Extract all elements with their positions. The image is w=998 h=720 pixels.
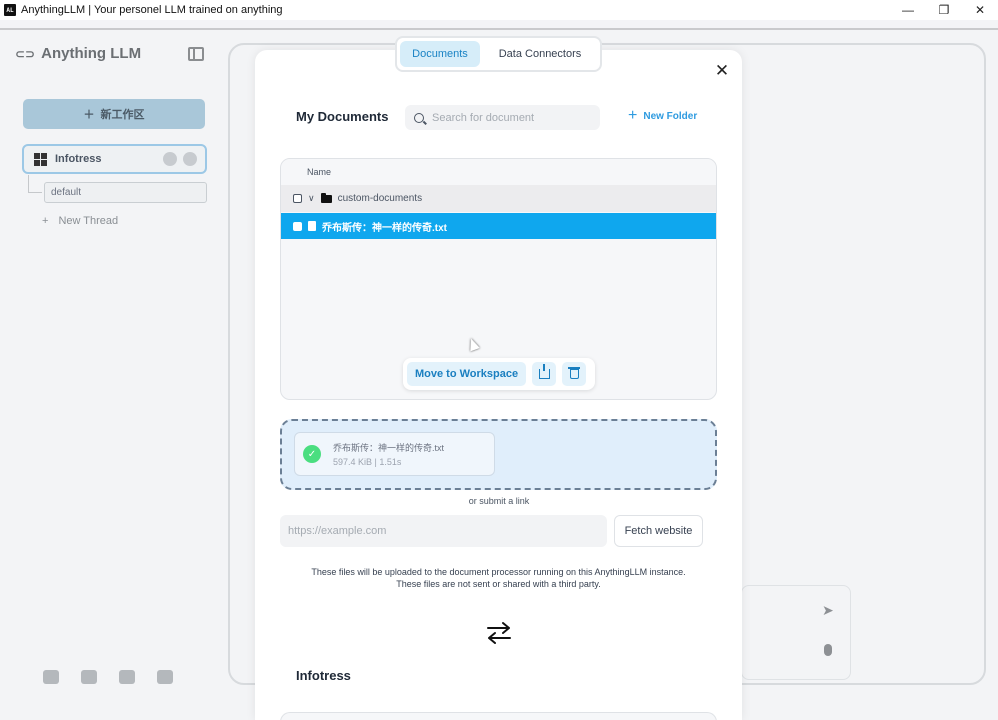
wrench-icon[interactable] <box>157 670 173 684</box>
search-icon <box>414 112 424 123</box>
move-to-workspace-button[interactable]: Move to Workspace <box>407 362 527 386</box>
document-search[interactable] <box>405 105 600 130</box>
upload-notice: These files will be uploaded to the docu… <box>255 566 742 590</box>
minimize-button[interactable]: — <box>890 0 926 20</box>
mic-icon <box>824 644 832 656</box>
restore-button[interactable]: ❐ <box>926 0 962 20</box>
move-into-icon <box>538 364 550 379</box>
window-titlebar: AL AnythingLLM | Your personel LLM train… <box>0 0 998 20</box>
folder-icon <box>320 192 332 203</box>
modal-tabs: Documents Data Connectors <box>395 36 602 72</box>
plus-icon: ＋ <box>83 109 95 121</box>
check-circle-icon: ✓ <box>303 445 321 463</box>
sidebar-item-workspace[interactable]: Infotress <box>22 144 207 174</box>
notice-line-1: These files will be uploaded to the docu… <box>311 567 686 577</box>
settings-gear-icon[interactable] <box>183 152 197 166</box>
new-folder-label: New Folder <box>643 110 698 122</box>
new-thread-button[interactable]: + New Thread <box>42 215 118 227</box>
new-thread-label: New Thread <box>58 215 119 227</box>
trash-icon <box>567 367 580 379</box>
uploaded-file-meta: 597.4 KiB | 1.51s <box>333 457 402 467</box>
folder-name: custom-documents <box>337 193 423 204</box>
sidebar-footer <box>43 670 173 684</box>
plus-icon: + <box>42 215 49 227</box>
column-header-name: Name <box>281 159 716 184</box>
new-folder-button[interactable]: + New Folder <box>628 107 698 124</box>
workspace-grid-icon <box>34 152 47 166</box>
window-title: AnythingLLM | Your personel LLM trained … <box>21 4 283 16</box>
chevron-down-icon[interactable]: ∨ <box>308 193 315 204</box>
workspace-name: Infotress <box>55 153 102 165</box>
file-row-selected[interactable]: 乔布斯传：神一样的传奇.txt <box>281 213 716 239</box>
fetch-website-button[interactable]: Fetch website <box>614 515 703 547</box>
tab-documents[interactable]: Documents <box>400 41 480 67</box>
send-icon: ➤ <box>822 602 834 618</box>
folder-checkbox[interactable] <box>293 194 302 203</box>
window-controls: — ❐ ✕ <box>890 0 998 20</box>
docs-icon[interactable] <box>81 670 97 684</box>
tab-data-connectors[interactable]: Data Connectors <box>484 41 596 67</box>
uploaded-file-name: 乔布斯传：神一样的传奇.txt <box>333 443 445 453</box>
file-icon <box>308 221 316 231</box>
community-icon[interactable] <box>43 670 59 684</box>
my-documents-title: My Documents <box>296 109 389 124</box>
close-icon[interactable]: ✕ <box>713 62 731 80</box>
new-workspace-label: 新工作区 <box>100 109 145 121</box>
notice-line-2: These files are not sent or shared with … <box>396 579 601 589</box>
url-input[interactable] <box>280 515 607 547</box>
workspace-documents-panel <box>280 712 717 720</box>
app-logo: ⊂⊃ Anything LLM <box>15 45 141 62</box>
chat-input-area <box>741 585 851 680</box>
delete-button[interactable] <box>562 362 587 386</box>
thread-item-default[interactable]: default <box>44 182 207 203</box>
app-icon: AL <box>4 4 16 16</box>
logo-icon: ⊂⊃ <box>15 46 36 61</box>
selection-action-bar: Move to Workspace <box>403 358 595 390</box>
logo-text: Anything LLM <box>41 45 142 62</box>
uploaded-file-card: ✓ 乔布斯传：神一样的传奇.txt 597.4 KiB | 1.51s <box>294 432 495 476</box>
new-workspace-button[interactable]: ＋ 新工作区 <box>23 99 205 129</box>
file-name: 乔布斯传：神一样的传奇.txt <box>322 222 447 234</box>
window-close-button[interactable]: ✕ <box>962 0 998 20</box>
thread-connector <box>28 175 42 193</box>
workspace-section-title: Infotress <box>296 668 351 683</box>
or-submit-link-text: or submit a link <box>468 496 530 506</box>
folder-row[interactable]: ∨ custom-documents <box>281 185 716 212</box>
or-submit-link-label: or submit a link <box>0 496 998 506</box>
discord-icon[interactable] <box>119 670 135 684</box>
sidebar: ⊂⊃ Anything LLM ＋ 新工作区 Infotress default… <box>0 30 220 700</box>
sidebar-toggle-icon[interactable] <box>188 47 204 61</box>
swap-arrows-icon <box>487 622 511 644</box>
file-checkbox[interactable] <box>293 221 302 231</box>
upload-icon[interactable] <box>163 152 177 166</box>
embed-button[interactable] <box>532 362 557 386</box>
search-input[interactable] <box>432 111 592 124</box>
plus-icon: + <box>628 107 638 124</box>
